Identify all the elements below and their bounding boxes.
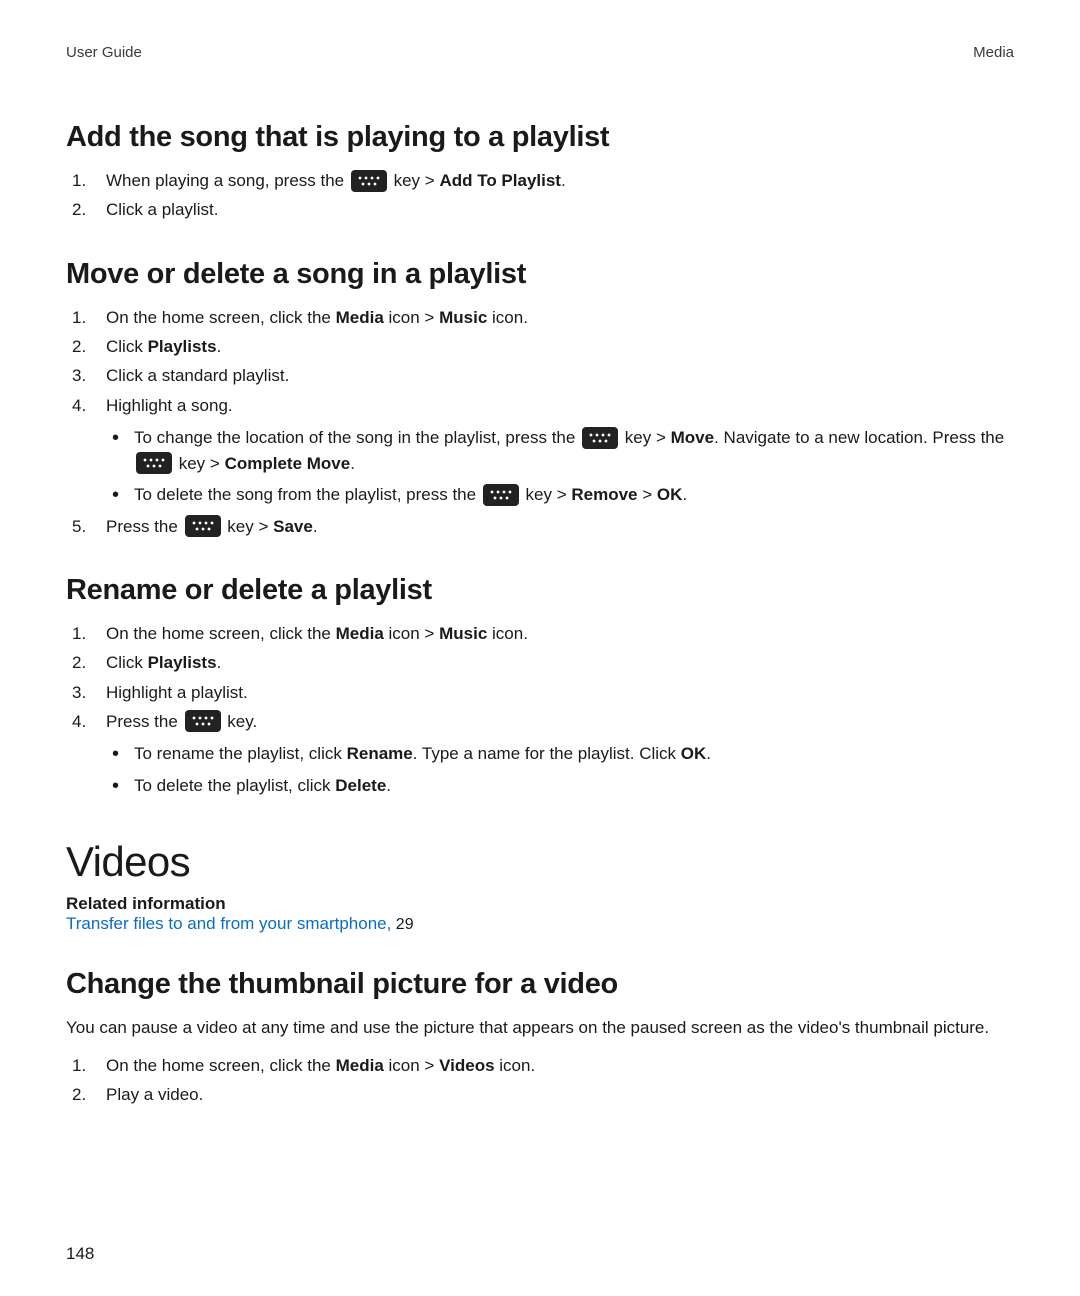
menu-key-icon	[185, 710, 221, 732]
step-item: Press the key. To rename the playlist, c…	[66, 709, 1014, 798]
related-info-label: Related information	[66, 894, 1014, 914]
step-item: Play a video.	[66, 1082, 1014, 1108]
heading-videos: Videos	[66, 838, 1014, 886]
step-item: Click Playlists.	[66, 334, 1014, 360]
menu-key-icon	[136, 452, 172, 474]
step-item: When playing a song, press the key > Add…	[66, 168, 1014, 194]
step-item: Click Playlists.	[66, 650, 1014, 676]
menu-key-icon	[483, 484, 519, 506]
sub-bullets: To rename the playlist, click Rename. Ty…	[106, 741, 1014, 798]
heading-rename-delete-playlist: Rename or delete a playlist	[66, 574, 1014, 607]
step-item: Click a playlist.	[66, 197, 1014, 223]
step-item: Press the key > Save.	[66, 514, 1014, 540]
step-item: Highlight a playlist.	[66, 680, 1014, 706]
intro-text: You can pause a video at any time and us…	[66, 1015, 1014, 1041]
heading-change-thumbnail: Change the thumbnail picture for a video	[66, 968, 1014, 1001]
steps-change-thumbnail: On the home screen, click the Media icon…	[66, 1053, 1014, 1109]
page-header: User Guide Media	[66, 44, 1014, 61]
bullet-item: To change the location of the song in th…	[106, 425, 1014, 476]
menu-key-icon	[185, 515, 221, 537]
bullet-item: To delete the playlist, click Delete.	[106, 773, 1014, 799]
step-item: Highlight a song. To change the location…	[66, 393, 1014, 508]
heading-move-delete-song: Move or delete a song in a playlist	[66, 258, 1014, 291]
steps-add-song: When playing a song, press the key > Add…	[66, 168, 1014, 224]
step-item: Click a standard playlist.	[66, 363, 1014, 389]
header-left: User Guide	[66, 44, 142, 61]
page-number: 148	[66, 1244, 94, 1264]
link-transfer-files[interactable]: Transfer files to and from your smartpho…	[66, 914, 391, 933]
step-item: On the home screen, click the Media icon…	[66, 305, 1014, 331]
document-page: User Guide Media Add the song that is pl…	[0, 0, 1080, 1296]
bullet-item: To rename the playlist, click Rename. Ty…	[106, 741, 1014, 767]
bullet-item: To delete the song from the playlist, pr…	[106, 482, 1014, 508]
steps-rename-delete: On the home screen, click the Media icon…	[66, 621, 1014, 798]
sub-bullets: To change the location of the song in th…	[106, 425, 1014, 508]
menu-key-icon	[582, 427, 618, 449]
menu-key-icon	[351, 170, 387, 192]
steps-move-delete: On the home screen, click the Media icon…	[66, 305, 1014, 540]
heading-add-song: Add the song that is playing to a playli…	[66, 121, 1014, 154]
step-item: On the home screen, click the Media icon…	[66, 621, 1014, 647]
header-right: Media	[973, 44, 1014, 61]
step-item: On the home screen, click the Media icon…	[66, 1053, 1014, 1079]
related-link-line: Transfer files to and from your smartpho…	[66, 914, 1014, 934]
